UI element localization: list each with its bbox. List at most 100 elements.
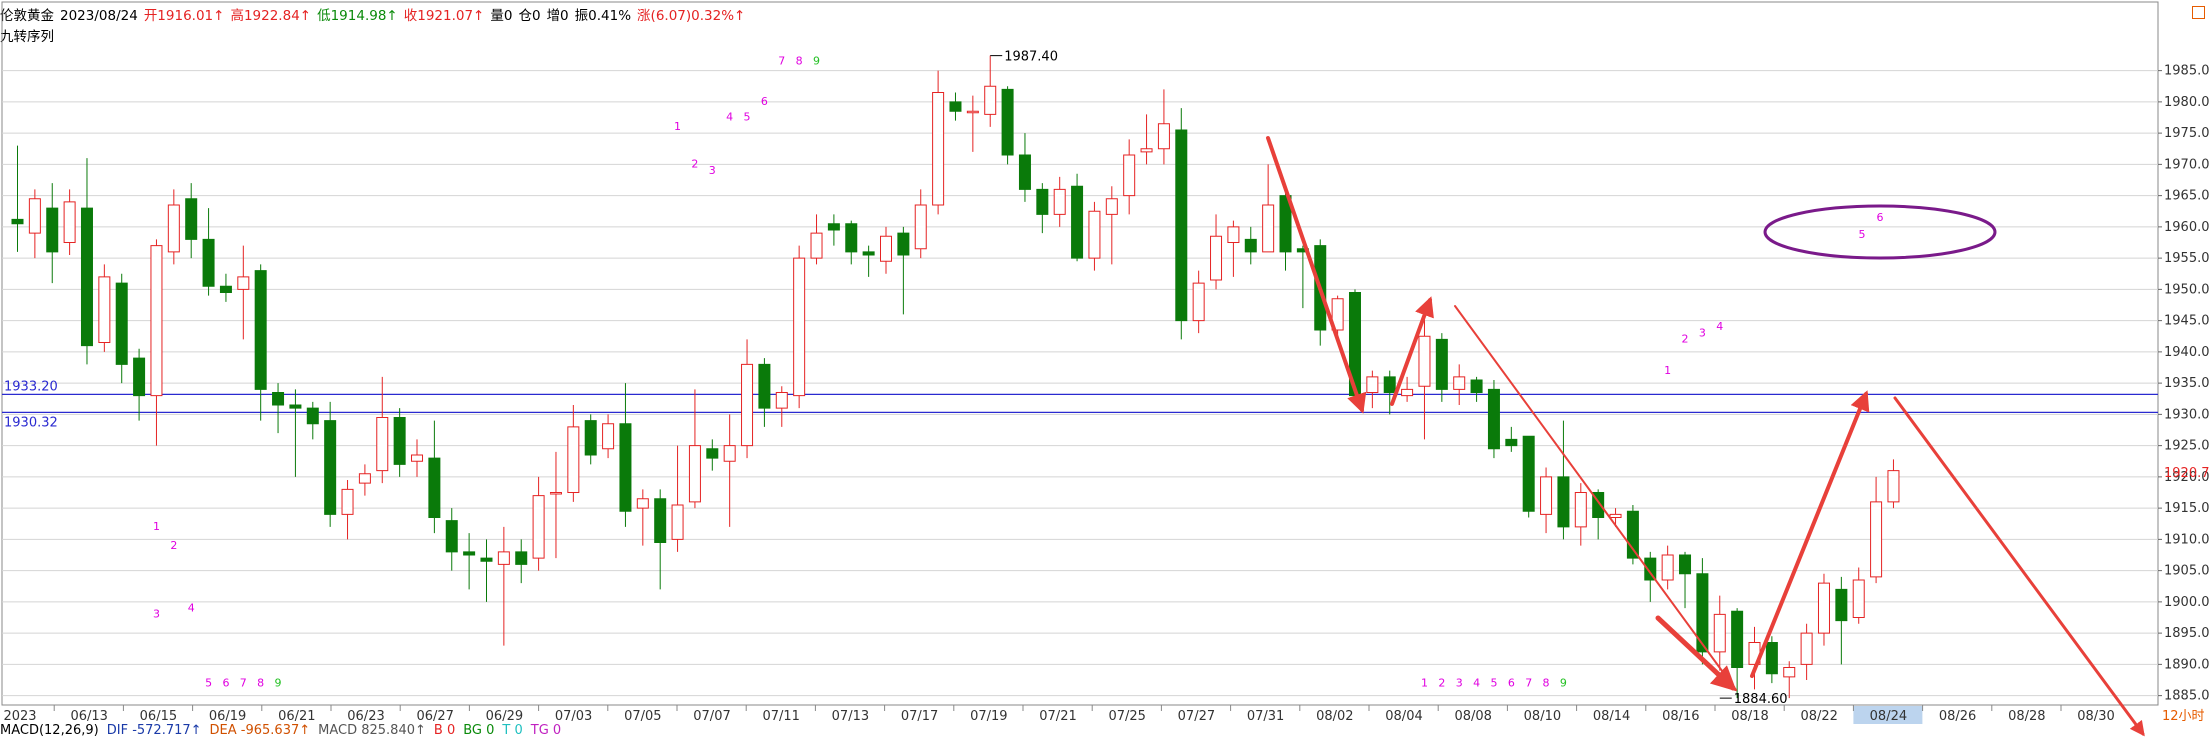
candle-up bbox=[1852, 579, 1865, 618]
x-tick-label: 08/08 bbox=[1454, 709, 1491, 724]
candle-down bbox=[463, 551, 476, 556]
candle-down bbox=[11, 218, 24, 225]
nine-sequence-count: 3 bbox=[1456, 676, 1463, 689]
nine-sequence-count: 1 bbox=[1664, 364, 1671, 377]
candle-down bbox=[584, 420, 597, 456]
candle-down bbox=[1505, 438, 1518, 447]
nine-sequence-count: 7 bbox=[240, 676, 247, 689]
candle-down bbox=[1470, 379, 1483, 393]
candle-down bbox=[133, 357, 146, 397]
candle-up bbox=[1157, 123, 1170, 150]
candle-down bbox=[1679, 554, 1692, 575]
nine-sequence-count: 3 bbox=[1699, 326, 1706, 339]
support-line-label: 1933.20 bbox=[4, 379, 58, 394]
candle-up bbox=[1418, 335, 1431, 387]
candle-down bbox=[254, 270, 267, 390]
candlestick-chart[interactable]: 1885.00 1890.00 1895.00 1900.00 1905.00 1910.… bbox=[0, 0, 2209, 737]
candle-down bbox=[428, 457, 441, 518]
candle-up bbox=[966, 110, 979, 114]
x-tick-label: 06/21 bbox=[278, 709, 315, 724]
candle-down bbox=[1487, 388, 1500, 450]
candle-up bbox=[741, 363, 754, 447]
candle-down bbox=[949, 101, 962, 112]
y-tick-label: 1900.00 bbox=[2164, 595, 2209, 610]
candle-up bbox=[775, 392, 788, 409]
candle-up bbox=[1123, 154, 1136, 197]
macd-indicator-bar: MACD(12,26,9) DIF -572.717↑ DEA -965.637↑ M… bbox=[0, 723, 569, 738]
candle-up bbox=[914, 204, 927, 250]
candle-down bbox=[480, 557, 493, 562]
candle-up bbox=[932, 92, 945, 206]
candle-up bbox=[1227, 226, 1240, 243]
candle-down bbox=[1626, 510, 1639, 559]
candle-up bbox=[1453, 376, 1466, 390]
x-tick-label: 08/04 bbox=[1385, 709, 1422, 724]
candle-up bbox=[1366, 376, 1379, 393]
macd-name: MACD(12,26,9) bbox=[0, 723, 99, 738]
candle-up bbox=[880, 235, 892, 262]
nine-sequence-count: 2 bbox=[170, 539, 177, 552]
x-tick-label: 06/13 bbox=[70, 709, 107, 724]
nine-sequence-count: 4 bbox=[726, 111, 733, 124]
candle-down bbox=[1018, 154, 1031, 190]
nine-sequence-count: 8 bbox=[257, 676, 264, 689]
candle-up bbox=[1817, 582, 1830, 634]
x-tick-label: 08/16 bbox=[1662, 709, 1699, 724]
candle-up bbox=[1661, 554, 1674, 581]
y-tick-label: 1980.00 bbox=[2164, 95, 2209, 110]
candle-up bbox=[1262, 204, 1275, 253]
candle-up bbox=[376, 417, 389, 472]
x-tick-label: 07/19 bbox=[970, 709, 1007, 724]
candle-up bbox=[671, 504, 684, 540]
candle-down bbox=[1731, 610, 1744, 668]
y-tick-label: 1955.00 bbox=[2164, 251, 2209, 266]
nine-sequence-count: 4 bbox=[1716, 320, 1723, 333]
x-tick-label: 07/17 bbox=[901, 709, 938, 724]
nine-sequence-count: 4 bbox=[188, 601, 195, 614]
macd-t: T 0 bbox=[502, 723, 523, 738]
candle-down bbox=[202, 238, 215, 287]
candle-up bbox=[1574, 492, 1587, 528]
min-price-label: 1884.60 bbox=[1734, 692, 1788, 707]
candle-down bbox=[827, 223, 840, 231]
trend-arrow bbox=[1893, 396, 2145, 737]
candle-down bbox=[845, 223, 858, 253]
candle-up bbox=[63, 201, 76, 243]
x-tick-label: 07/05 bbox=[624, 709, 661, 724]
macd-value: MACD 825.840↑ bbox=[318, 723, 426, 738]
candle-down bbox=[1001, 88, 1014, 156]
y-tick-label: 1895.00 bbox=[2164, 626, 2209, 641]
y-tick-label: 1910.00 bbox=[2164, 532, 2209, 547]
y-tick-label: 1960.00 bbox=[2164, 220, 2209, 235]
candle-up bbox=[1105, 198, 1118, 215]
candle-down bbox=[46, 207, 59, 253]
y-tick-label: 1940.00 bbox=[2164, 345, 2209, 360]
candle-up bbox=[167, 204, 180, 253]
candle-down bbox=[862, 251, 875, 256]
nine-sequence-count: 6 bbox=[222, 676, 229, 689]
candle-up bbox=[1540, 476, 1553, 515]
nine-sequence-count: 7 bbox=[1525, 676, 1532, 689]
x-tick-label: 07/25 bbox=[1108, 709, 1145, 724]
nine-sequence-count: 6 bbox=[761, 95, 768, 108]
support-line-label: 1930.32 bbox=[4, 415, 58, 430]
nine-sequence-count: 5 bbox=[205, 676, 212, 689]
candle-up bbox=[793, 257, 806, 397]
candle-up bbox=[636, 498, 649, 509]
x-tick-label: 08/30 bbox=[2077, 709, 2114, 724]
x-tick-label: 06/19 bbox=[209, 709, 246, 724]
candle-down bbox=[272, 392, 285, 406]
candle-up bbox=[411, 454, 424, 462]
y-tick-label: 1890.00 bbox=[2164, 657, 2209, 672]
macd-dif: DIF -572.717↑ bbox=[106, 723, 202, 738]
candle-up bbox=[984, 85, 997, 115]
candle-down bbox=[219, 285, 232, 293]
plot-frame bbox=[1, 1, 2159, 706]
candle-up bbox=[1401, 388, 1414, 397]
x-tick-label: 07/13 bbox=[832, 709, 869, 724]
x-tick-label: 08/22 bbox=[1800, 709, 1837, 724]
candle-down bbox=[289, 404, 302, 409]
candle-down bbox=[1244, 238, 1257, 253]
nine-sequence-count: 2 bbox=[1682, 333, 1689, 346]
candle-up bbox=[1140, 148, 1153, 153]
